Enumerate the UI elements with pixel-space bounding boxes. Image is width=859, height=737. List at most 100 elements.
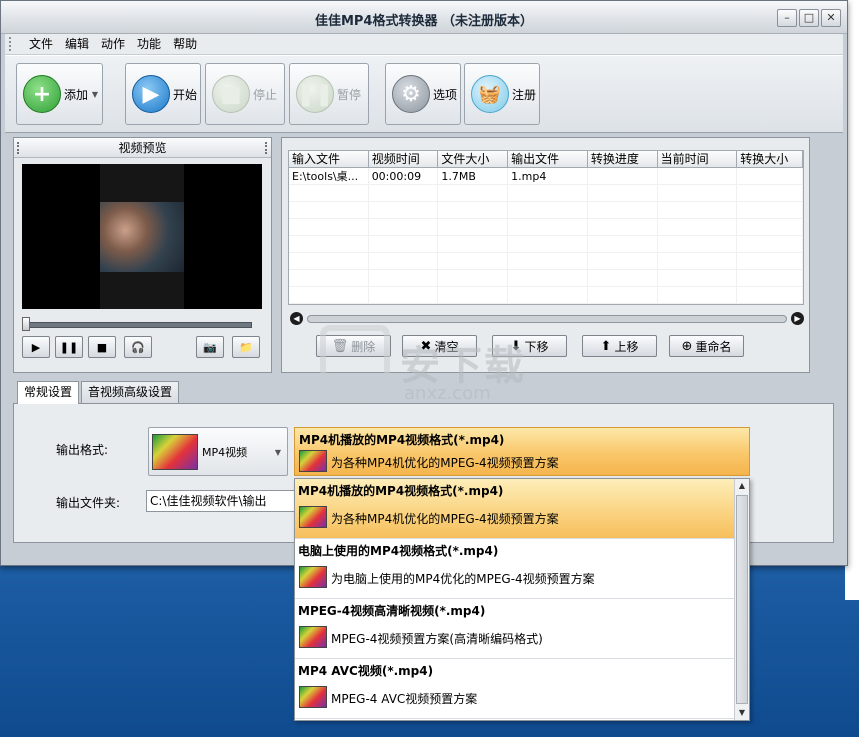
table-cell: [588, 168, 658, 184]
column-header[interactable]: 输入文件: [289, 151, 369, 167]
scroll-left-icon[interactable]: ◀: [290, 312, 303, 325]
register-button[interactable]: 🧺 注册: [464, 63, 540, 125]
preset-thumbnail-icon: [299, 686, 327, 708]
horizontal-scrollbar[interactable]: ◀ ▶: [290, 312, 804, 326]
preset-option[interactable]: MP4机播放的MP4视频格式(*.mp4) 为各种MP4机优化的MPEG-4视频…: [295, 479, 735, 539]
table-cell: 1.7MB: [438, 168, 509, 184]
seek-slider-track[interactable]: [24, 322, 252, 328]
rename-button[interactable]: ⊕ 重命名: [669, 335, 744, 357]
stop-button-preview[interactable]: ■: [88, 336, 116, 358]
chevron-down-icon: ▼: [274, 448, 281, 457]
clear-button[interactable]: ✖ 清空: [402, 335, 477, 357]
maximize-button[interactable]: □: [799, 9, 819, 27]
stop-icon: ■: [212, 75, 250, 113]
stop-icon: ■: [96, 340, 108, 354]
column-header[interactable]: 输出文件: [508, 151, 588, 167]
video-frame-image: [100, 202, 184, 272]
rename-icon: ⊕: [681, 338, 693, 354]
table-row-empty: [289, 270, 803, 287]
scroll-down-icon[interactable]: ▼: [735, 706, 749, 720]
play-icon: ▶: [132, 75, 170, 113]
menu-file[interactable]: 文件: [23, 34, 59, 54]
panel-grip-icon: [265, 142, 268, 154]
table-row-empty: [289, 236, 803, 253]
preset-thumbnail-icon: [299, 450, 327, 472]
add-button[interactable]: + 添加 ▼: [16, 63, 103, 125]
options-button[interactable]: ⚙ 选项: [385, 63, 461, 125]
move-up-button[interactable]: ⬆ 上移: [582, 335, 657, 357]
stop-button[interactable]: ■ 停止: [205, 63, 285, 125]
preset-thumbnail-icon: [299, 506, 327, 528]
scroll-up-icon[interactable]: ▲: [735, 479, 749, 493]
folder-icon: 📁: [239, 340, 253, 354]
open-folder-button[interactable]: 📁: [232, 336, 260, 358]
scrollbar-thumb[interactable]: [736, 495, 748, 704]
headphones-icon: 🎧: [131, 340, 145, 354]
minimize-button[interactable]: –: [777, 9, 797, 27]
table-row[interactable]: E:\tools\桌... 00:00:09 1.7MB 1.mp4: [289, 168, 803, 185]
column-header[interactable]: 文件大小: [438, 151, 509, 167]
table-row-empty: [289, 219, 803, 236]
output-folder-label: 输出文件夹:: [56, 496, 121, 510]
close-button[interactable]: ✕: [821, 9, 841, 27]
menu-help[interactable]: 帮助: [167, 34, 203, 54]
preview-title: 视频预览: [14, 138, 271, 158]
table-cell: [737, 168, 803, 184]
preset-option[interactable]: 电脑上使用的MP4视频格式(*.mp4) 为电脑上使用的MP4优化的MPEG-4…: [295, 539, 735, 599]
preset-option[interactable]: MPEG-4视频高清晰视频(*.mp4) MPEG-4视频预置方案(高清晰编码格…: [295, 599, 735, 659]
video-display: [22, 164, 262, 309]
file-table: 输入文件 视频时间 文件大小 输出文件 转换进度 当前时间 转换大小 E:\to…: [288, 150, 804, 305]
preset-select[interactable]: MP4机播放的MP4视频格式(*.mp4) 为各种MP4机优化的MPEG-4视频…: [294, 427, 750, 476]
table-row-empty: [289, 287, 803, 304]
table-cell: E:\tools\桌...: [289, 168, 369, 184]
play-icon: ▶: [31, 340, 41, 354]
plus-icon: +: [23, 75, 61, 113]
format-thumbnail-icon: [152, 433, 198, 470]
seek-slider-handle[interactable]: [22, 317, 30, 331]
arrow-down-icon: ⬇: [510, 338, 522, 354]
table-row-empty: [289, 202, 803, 219]
pause-button[interactable]: ❚❚ 暂停: [289, 63, 369, 125]
play-button[interactable]: ▶: [22, 336, 50, 358]
output-format-label: 输出格式:: [56, 443, 109, 457]
scroll-right-icon[interactable]: ▶: [791, 312, 804, 325]
column-header[interactable]: 转换大小: [737, 151, 803, 167]
clear-x-icon: ✖: [420, 338, 432, 354]
table-row-empty: [289, 253, 803, 270]
column-header[interactable]: 视频时间: [369, 151, 439, 167]
pause-icon: ❚❚: [296, 75, 334, 113]
delete-button[interactable]: 🗑 删除: [316, 335, 391, 357]
vertical-scrollbar[interactable]: ▲ ▼: [734, 479, 749, 720]
column-header[interactable]: 当前时间: [658, 151, 738, 167]
title-bar[interactable]: 佳佳MP4格式转换器 （未注册版本） – □ ✕: [1, 1, 847, 34]
panel-grip-icon: [17, 142, 20, 154]
start-button[interactable]: ▶ 开始: [125, 63, 201, 125]
basket-icon: 🧺: [471, 75, 509, 113]
video-preview-panel: 视频预览 ▶ ❚❚ ■ 🎧 📷 📁: [13, 137, 272, 373]
headphones-button[interactable]: 🎧: [124, 336, 152, 358]
menu-action[interactable]: 动作: [95, 34, 131, 54]
settings-tabs: 常规设置 音视频高级设置: [17, 381, 181, 404]
preset-thumbnail-icon: [299, 626, 327, 648]
tab-advanced-av-settings[interactable]: 音视频高级设置: [81, 381, 180, 403]
menu-edit[interactable]: 编辑: [59, 34, 95, 54]
file-list-panel: 输入文件 视频时间 文件大小 输出文件 转换进度 当前时间 转换大小 E:\to…: [281, 137, 810, 373]
pause-icon: ❚❚: [59, 340, 79, 354]
preset-dropdown-list: MP4机播放的MP4视频格式(*.mp4) 为各种MP4机优化的MPEG-4视频…: [294, 478, 750, 721]
scrollbar-thumb[interactable]: [307, 315, 787, 323]
output-format-select[interactable]: MP4视频 ▼: [148, 427, 288, 476]
output-folder-input[interactable]: C:\佳佳视频软件\输出: [146, 490, 296, 512]
table-row-empty: [289, 185, 803, 202]
pause-button-preview[interactable]: ❚❚: [55, 336, 83, 358]
window-title: 佳佳MP4格式转换器 （未注册版本）: [314, 14, 534, 29]
move-down-button[interactable]: ⬇ 下移: [492, 335, 567, 357]
table-cell: 00:00:09: [369, 168, 439, 184]
snapshot-button[interactable]: 📷: [196, 336, 224, 358]
dropdown-arrow-icon[interactable]: ▼: [92, 90, 98, 99]
menu-function[interactable]: 功能: [131, 34, 167, 54]
column-header[interactable]: 转换进度: [588, 151, 658, 167]
preset-option[interactable]: MP4 AVC视频(*.mp4) MPEG-4 AVC视频预置方案: [295, 659, 735, 719]
toolbar: + 添加 ▼ ▶ 开始 ■ 停止 ❚❚ 暂停 ⚙ 选项 🧺 注册: [5, 55, 843, 133]
preset-thumbnail-icon: [299, 566, 327, 588]
tab-general-settings[interactable]: 常规设置: [17, 381, 80, 404]
